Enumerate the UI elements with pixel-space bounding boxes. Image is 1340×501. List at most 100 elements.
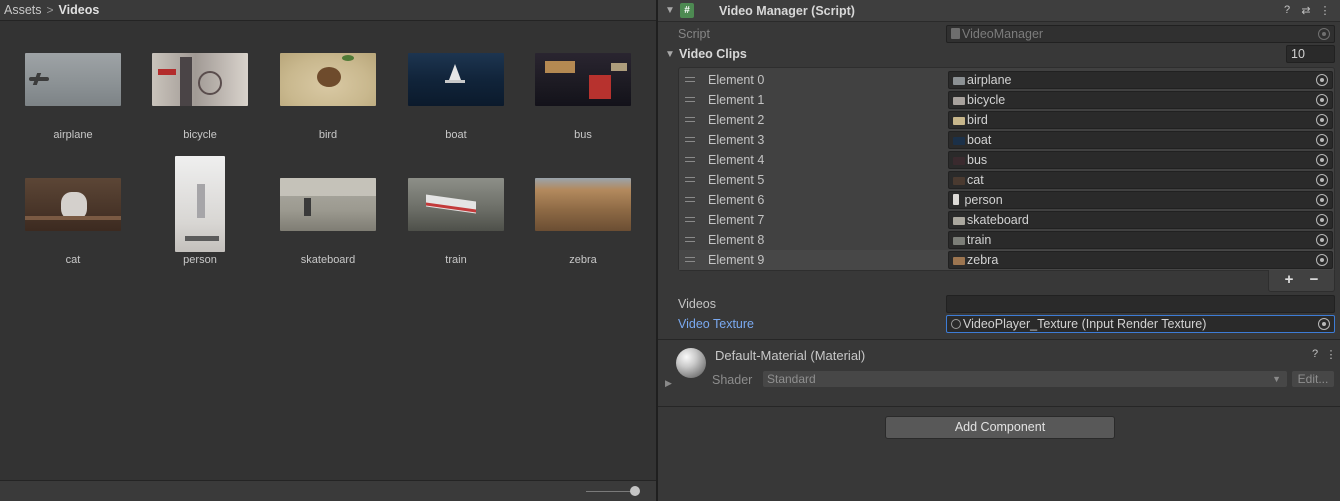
video-clip-value: airplane bbox=[967, 73, 1012, 87]
drag-handle-icon[interactable] bbox=[685, 197, 695, 202]
video-thumbnail bbox=[535, 53, 631, 106]
video-texture-value: VideoPlayer_Texture (Input Render Textur… bbox=[963, 317, 1207, 331]
drag-handle-icon[interactable] bbox=[685, 177, 695, 182]
video-thumbnail bbox=[408, 53, 504, 106]
shader-dropdown[interactable]: Standard ▼ bbox=[763, 371, 1287, 387]
element-label: Element 9 bbox=[708, 253, 765, 267]
breadcrumb-videos[interactable]: Videos bbox=[59, 3, 100, 17]
object-picker-icon[interactable] bbox=[1316, 94, 1328, 106]
asset-item-zebra[interactable]: zebra bbox=[528, 152, 638, 277]
drag-handle-icon[interactable] bbox=[685, 237, 695, 242]
video-clip-field[interactable]: skateboard bbox=[948, 211, 1333, 229]
video-clip-icon bbox=[953, 157, 965, 165]
remove-element-button[interactable]: − bbox=[1302, 271, 1326, 289]
element-label: Element 0 bbox=[708, 73, 765, 87]
asset-label: skateboard bbox=[300, 254, 356, 266]
more-vert-icon[interactable]: ⋮ bbox=[1324, 348, 1338, 361]
object-picker-icon[interactable] bbox=[1316, 254, 1328, 266]
drag-handle-icon[interactable] bbox=[685, 137, 695, 142]
inspector-panel: ▼ # Video Manager (Script) ? ⇄ ⋮ Script … bbox=[658, 0, 1340, 501]
video-clip-field[interactable]: train bbox=[948, 231, 1333, 249]
asset-item-airplane[interactable]: airplane bbox=[18, 22, 128, 147]
video-clips-list: Element 0 airplane Element 1 bicycle Ele… bbox=[678, 67, 1335, 271]
list-item[interactable]: Element 3 boat bbox=[679, 130, 1334, 150]
object-picker-icon[interactable] bbox=[1318, 318, 1330, 330]
help-icon[interactable]: ? bbox=[1308, 348, 1322, 360]
asset-item-boat[interactable]: boat bbox=[401, 22, 511, 147]
list-item[interactable]: Element 2 bird bbox=[679, 110, 1334, 130]
video-clip-field[interactable]: zebra bbox=[948, 251, 1333, 269]
breadcrumb-assets[interactable]: Assets bbox=[4, 3, 42, 17]
object-picker-icon[interactable] bbox=[1316, 134, 1328, 146]
asset-item-skateboard[interactable]: skateboard bbox=[273, 152, 383, 277]
drag-handle-icon[interactable] bbox=[685, 157, 695, 162]
video-clip-value: cat bbox=[967, 173, 984, 187]
video-thumbnail bbox=[280, 178, 376, 231]
element-label: Element 4 bbox=[708, 153, 765, 167]
asset-grid: airplane bicycle bird boat bus cat perso… bbox=[0, 22, 656, 480]
videos-label: Videos bbox=[678, 297, 716, 311]
add-element-button[interactable]: + bbox=[1277, 271, 1301, 289]
list-item[interactable]: Element 6 person bbox=[679, 190, 1334, 210]
asset-item-cat[interactable]: cat bbox=[18, 152, 128, 277]
list-item[interactable]: Element 9 zebra bbox=[679, 250, 1334, 270]
drag-handle-icon[interactable] bbox=[685, 217, 695, 222]
object-picker-icon[interactable] bbox=[1316, 234, 1328, 246]
foldout-arrow-icon[interactable]: ▼ bbox=[665, 5, 675, 16]
drag-handle-icon[interactable] bbox=[685, 97, 695, 102]
edit-shader-button[interactable]: Edit... bbox=[1292, 371, 1334, 387]
list-item[interactable]: Element 7 skateboard bbox=[679, 210, 1334, 230]
foldout-arrow-icon[interactable]: ▶ bbox=[665, 378, 672, 389]
more-vert-icon[interactable]: ⋮ bbox=[1318, 4, 1332, 17]
drag-handle-icon[interactable] bbox=[685, 257, 695, 262]
list-footer: + − bbox=[1268, 270, 1335, 292]
object-picker-icon[interactable] bbox=[1316, 174, 1328, 186]
asset-item-bicycle[interactable]: bicycle bbox=[145, 22, 255, 147]
object-picker-icon[interactable] bbox=[1316, 214, 1328, 226]
video-clips-size-field[interactable]: 10 bbox=[1286, 45, 1335, 63]
list-item[interactable]: Element 5 cat bbox=[679, 170, 1334, 190]
video-clip-icon bbox=[953, 194, 959, 205]
shader-value: Standard bbox=[767, 372, 816, 386]
component-header-video-manager[interactable]: ▼ # Video Manager (Script) ? ⇄ ⋮ bbox=[658, 0, 1340, 22]
video-clip-field[interactable]: cat bbox=[948, 171, 1333, 189]
material-preview-sphere-icon bbox=[676, 348, 706, 378]
settings-sliders-icon[interactable]: ⇄ bbox=[1299, 4, 1313, 17]
chevron-right-icon: > bbox=[46, 3, 54, 17]
drag-handle-icon[interactable] bbox=[685, 117, 695, 122]
list-item[interactable]: Element 0 airplane bbox=[679, 70, 1334, 90]
video-clip-field[interactable]: bus bbox=[948, 151, 1333, 169]
list-item[interactable]: Element 1 bicycle bbox=[679, 90, 1334, 110]
video-thumbnail bbox=[535, 178, 631, 231]
slider-handle[interactable] bbox=[630, 486, 640, 496]
object-picker-icon[interactable] bbox=[1316, 74, 1328, 86]
asset-item-bird[interactable]: bird bbox=[273, 22, 383, 147]
video-clip-icon bbox=[953, 117, 965, 125]
object-picker-icon[interactable] bbox=[1316, 114, 1328, 126]
video-clips-label[interactable]: Video Clips bbox=[679, 47, 747, 61]
video-clip-icon bbox=[953, 177, 965, 185]
help-icon[interactable]: ? bbox=[1280, 4, 1294, 16]
video-clip-field[interactable]: boat bbox=[948, 131, 1333, 149]
list-item[interactable]: Element 8 train bbox=[679, 230, 1334, 250]
foldout-arrow-icon[interactable]: ▼ bbox=[665, 49, 675, 60]
video-clip-field[interactable]: person bbox=[948, 191, 1333, 209]
asset-item-bus[interactable]: bus bbox=[528, 22, 638, 147]
video-texture-field[interactable]: VideoPlayer_Texture (Input Render Textur… bbox=[946, 315, 1335, 333]
videos-field[interactable] bbox=[946, 295, 1335, 313]
drag-handle-icon[interactable] bbox=[685, 77, 695, 82]
list-item[interactable]: Element 4 bus bbox=[679, 150, 1334, 170]
asset-label: airplane bbox=[53, 129, 93, 141]
video-clip-icon bbox=[953, 77, 965, 85]
video-clip-field[interactable]: airplane bbox=[948, 71, 1333, 89]
asset-item-train[interactable]: train bbox=[401, 152, 511, 277]
object-picker-icon[interactable] bbox=[1316, 154, 1328, 166]
object-picker-icon[interactable] bbox=[1316, 194, 1328, 206]
video-clip-icon bbox=[953, 217, 965, 225]
video-clip-field[interactable]: bird bbox=[948, 111, 1333, 129]
thumbnail-size-slider[interactable] bbox=[586, 491, 636, 492]
video-clip-field[interactable]: bicycle bbox=[948, 91, 1333, 109]
asset-item-person[interactable]: person bbox=[145, 152, 255, 277]
object-picker-icon bbox=[1318, 28, 1330, 40]
add-component-button[interactable]: Add Component bbox=[885, 416, 1115, 439]
